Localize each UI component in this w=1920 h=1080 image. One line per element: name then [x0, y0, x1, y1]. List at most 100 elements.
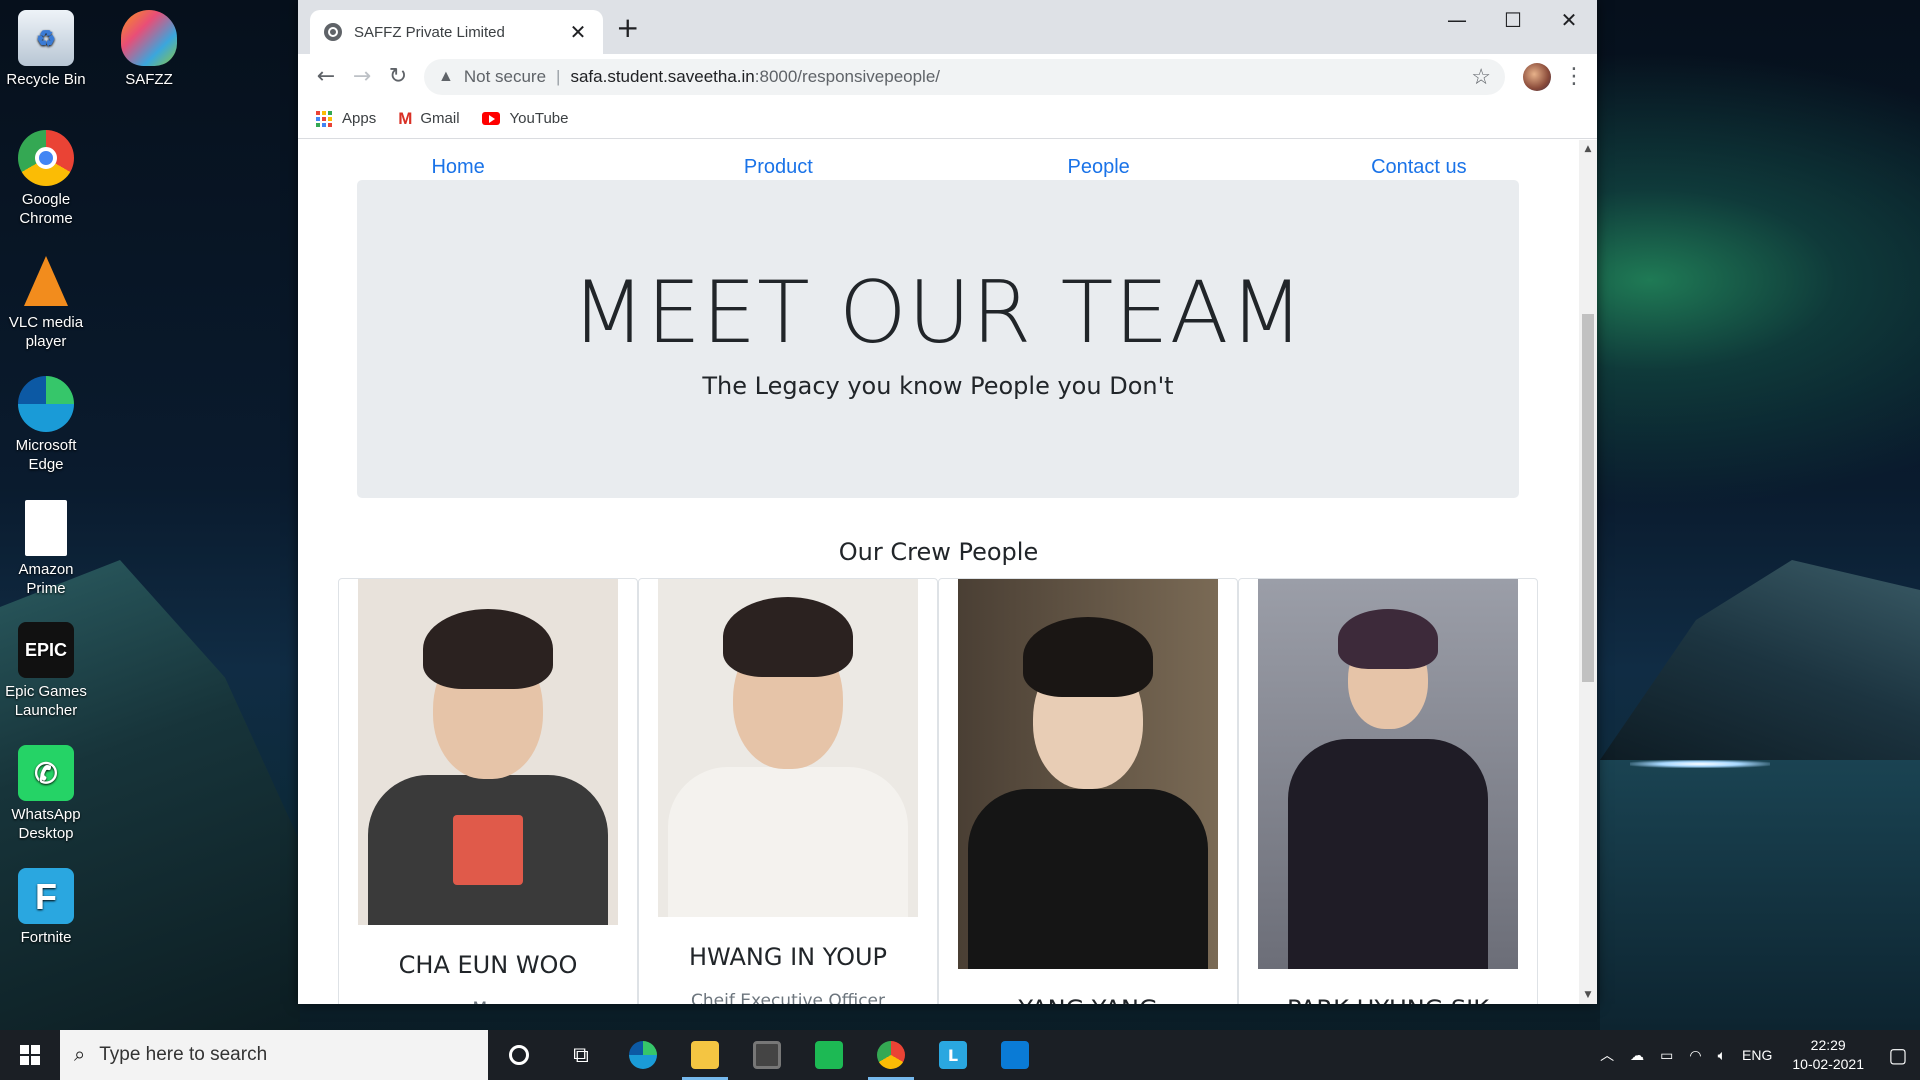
chevron-up-icon[interactable]: ︿: [1600, 1045, 1614, 1065]
hero-jumbotron: MEET OUR TEAM The Legacy you know People…: [357, 180, 1519, 498]
close-window-button[interactable]: ✕: [1541, 0, 1597, 40]
hero-title: MEET OUR TEAM: [571, 263, 1305, 363]
taskbar-chrome[interactable]: [860, 1030, 922, 1080]
nav-link-contact[interactable]: Contact us: [1259, 156, 1579, 179]
profile-avatar[interactable]: [1523, 62, 1551, 91]
gmail-icon: M: [398, 108, 413, 128]
scroll-up-icon[interactable]: ▲: [1579, 140, 1597, 158]
scroll-down-icon[interactable]: ▼: [1579, 986, 1597, 1004]
maximize-button[interactable]: ☐: [1485, 0, 1541, 40]
windows-logo-icon: [20, 1045, 40, 1065]
chrome-icon: [18, 130, 74, 186]
reload-button[interactable]: ↻: [380, 59, 416, 95]
nav-link-product[interactable]: Product: [618, 156, 938, 179]
whatsapp-icon: ✆: [18, 745, 74, 801]
onedrive-icon[interactable]: ☁: [1630, 1047, 1644, 1064]
hero-subtitle: The Legacy you know People you Don't: [702, 372, 1174, 400]
forward-button[interactable]: →: [344, 59, 380, 95]
desktop-icon-label: VLC media player: [8, 314, 84, 350]
desktop-icon-safzz[interactable]: SAFZZ: [103, 10, 195, 89]
address-separator: |: [556, 66, 561, 86]
desktop-icon-label: Epic Games Launcher: [5, 683, 87, 719]
desktop-icon-vlc[interactable]: VLC media player: [0, 253, 92, 351]
desktop-icon-edge[interactable]: Microsoft Edge: [0, 376, 92, 474]
l-app-icon: L: [939, 1041, 967, 1069]
desktop-icon-amazon-prime[interactable]: Amazon Prime: [0, 500, 92, 598]
desktop-icon-google-chrome[interactable]: Google Chrome: [0, 130, 92, 228]
edge-icon: [629, 1041, 657, 1069]
taskbar-cortana-app[interactable]: [984, 1030, 1046, 1080]
task-view-button[interactable]: ⧉: [550, 1030, 612, 1080]
bookmark-gmail[interactable]: M Gmail: [398, 109, 459, 129]
bookmark-apps[interactable]: Apps: [316, 110, 376, 127]
scroll-thumb[interactable]: [1582, 314, 1594, 682]
browser-titlebar: SAFFZ Private Limited ✕ + — ☐ ✕: [298, 0, 1597, 54]
taskbar-store[interactable]: [736, 1030, 798, 1080]
bookmarks-bar: Apps M Gmail YouTube: [298, 99, 1597, 139]
desktop-icon-label: Fortnite: [20, 929, 72, 946]
person-photo: [658, 579, 918, 917]
cortana-button[interactable]: [488, 1030, 550, 1080]
spotify-icon: [815, 1041, 843, 1069]
back-button[interactable]: ←: [308, 59, 344, 95]
taskbar-edge[interactable]: [612, 1030, 674, 1080]
bookmark-label: Gmail: [420, 110, 460, 127]
taskbar: ⌕ Type here to search ⧉ L ︿ ☁ ▭ ◠ 🔈︎ ENG…: [0, 1030, 1920, 1080]
notification-center-icon[interactable]: ▢: [1876, 1030, 1920, 1080]
desktop-icon-fortnite[interactable]: F Fortnite: [0, 868, 92, 947]
url-path: :8000/responsivepeople/: [754, 66, 941, 86]
epic-games-icon: EPIC: [18, 622, 74, 678]
browser-window: SAFFZ Private Limited ✕ + — ☐ ✕ ← → ↻ ▲ …: [298, 0, 1597, 1004]
browser-toolbar: ← → ↻ ▲ Not secure | safa.student.saveet…: [298, 54, 1597, 99]
desktop-icon-label: WhatsApp Desktop: [11, 806, 81, 842]
person-name: HWANG IN YOUP: [689, 943, 887, 971]
language-indicator[interactable]: ENG: [1742, 1047, 1772, 1063]
desktop-icon-label: SAFZZ: [125, 71, 173, 88]
minimize-button[interactable]: —: [1429, 0, 1485, 40]
person-role: Cheif Executive Officer: [691, 991, 885, 1004]
person-name: YANG YANG: [957, 995, 1219, 1004]
taskbar-spotify[interactable]: [798, 1030, 860, 1080]
clock-date: 10-02-2021: [1792, 1056, 1864, 1072]
site-nav: Home Product People Contact us: [298, 140, 1579, 185]
desktop-icon-whatsapp[interactable]: ✆ WhatsApp Desktop: [0, 745, 92, 843]
desktop-wallpaper-mountain-right: [1600, 560, 1920, 760]
page-scrollbar[interactable]: ▲ ▼: [1579, 140, 1597, 1004]
nav-link-home[interactable]: Home: [298, 156, 618, 179]
crew-heading: Our Crew People: [838, 538, 1039, 566]
volume-icon[interactable]: 🔈︎: [1718, 1047, 1726, 1064]
person-photo: [1258, 579, 1518, 969]
taskbar-file-explorer[interactable]: [674, 1030, 736, 1080]
taskbar-search[interactable]: ⌕ Type here to search: [60, 1030, 488, 1080]
start-button[interactable]: [0, 1030, 60, 1080]
taskbar-l-app[interactable]: L: [922, 1030, 984, 1080]
system-tray: ︿ ☁ ▭ ◠ 🔈︎ ENG 22:29 10-02-2021 ▢: [1592, 1030, 1920, 1080]
desktop-wallpaper-glow: [1630, 760, 1770, 768]
desktop-icon-label: Google Chrome: [19, 191, 73, 227]
youtube-icon: [481, 112, 500, 125]
bookmark-star-icon[interactable]: ☆: [1471, 64, 1491, 90]
tab-title: SAFFZ Private Limited: [354, 23, 505, 41]
recycle-bin-icon: ♻: [18, 10, 74, 66]
nav-link-people[interactable]: People: [939, 156, 1259, 179]
new-tab-button[interactable]: +: [616, 14, 639, 42]
menu-dots-icon[interactable]: ⋮: [1561, 64, 1587, 89]
edge-icon: [18, 376, 74, 432]
page-viewport: Home Product People Contact us MEET OUR …: [298, 140, 1579, 1004]
battery-icon[interactable]: ▭: [1660, 1047, 1673, 1064]
address-bar[interactable]: ▲ Not secure | safa.student.saveetha.in:…: [424, 58, 1505, 95]
desktop-icon-recycle-bin[interactable]: ♻ Recycle Bin: [0, 10, 92, 89]
cortana-icon: [509, 1045, 529, 1065]
wifi-icon[interactable]: ◠: [1689, 1047, 1701, 1064]
bookmark-youtube[interactable]: YouTube: [481, 110, 569, 127]
close-tab-icon[interactable]: ✕: [567, 20, 589, 44]
store-icon: [753, 1041, 781, 1069]
desktop-icon-epic-games[interactable]: EPIC Epic Games Launcher: [0, 622, 92, 720]
fortnite-icon: F: [18, 868, 74, 924]
assistant-icon: [1001, 1041, 1029, 1069]
clock[interactable]: 22:29 10-02-2021: [1792, 1036, 1864, 1074]
person-card: HWANG IN YOUP Cheif Executive Officer: [638, 578, 938, 1004]
task-view-icon: ⧉: [573, 1042, 589, 1068]
person-card: PARK HYUNG SIK: [1238, 578, 1538, 1004]
browser-tab[interactable]: SAFFZ Private Limited ✕: [310, 10, 603, 54]
